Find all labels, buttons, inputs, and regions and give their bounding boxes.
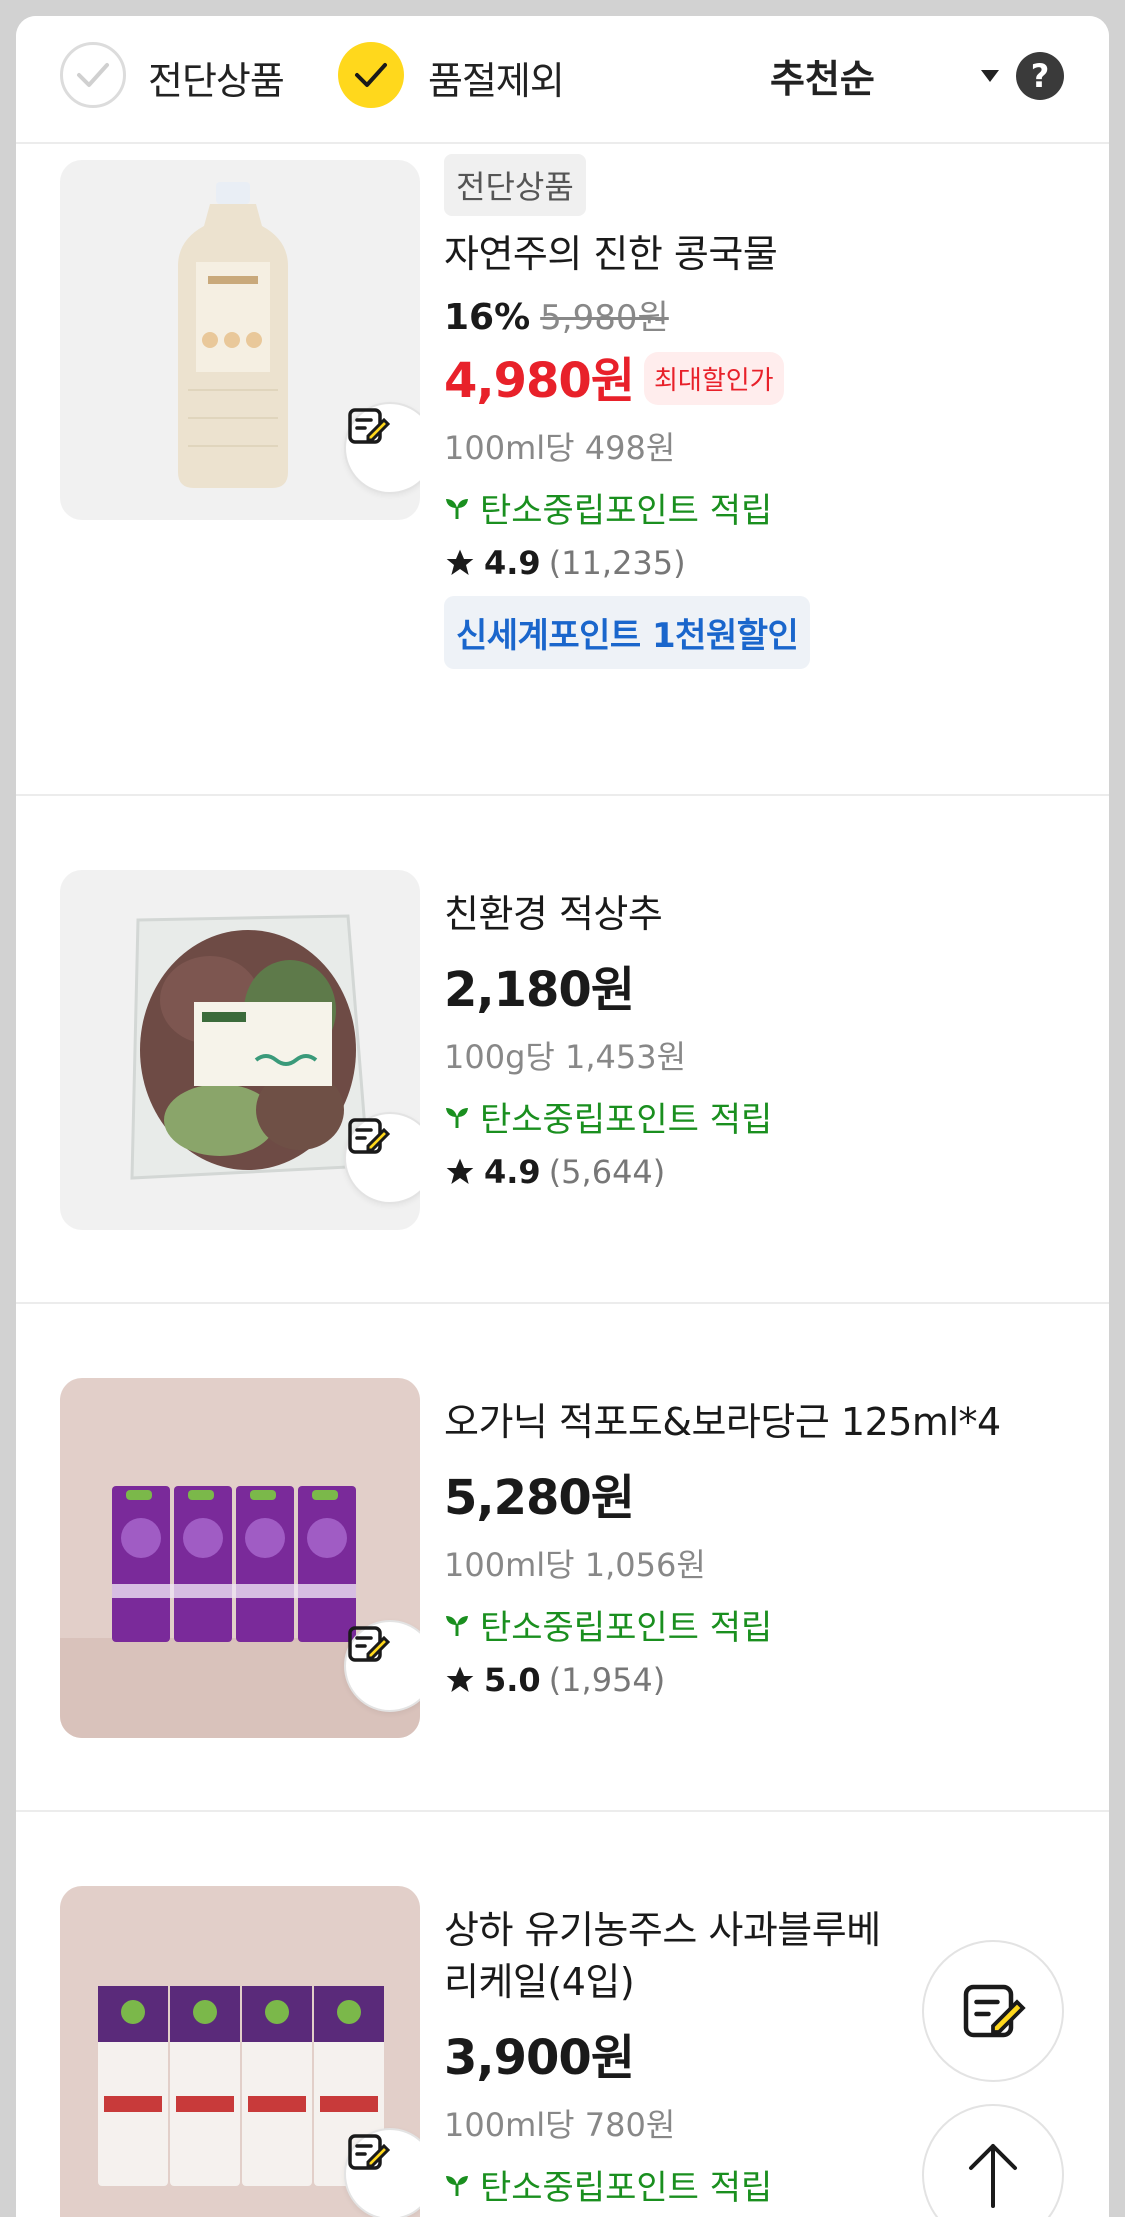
- cart-memo-icon: [963, 1984, 1026, 2038]
- leaf-icon: [446, 2175, 468, 2196]
- original-price: 5,980원: [540, 298, 669, 338]
- add-to-cart-button[interactable]: [344, 2128, 420, 2217]
- sort-dropdown[interactable]: 추천순: [770, 48, 875, 103]
- product-name[interactable]: 오가닉 적포도&보라당근 125ml*4: [444, 1396, 1084, 1448]
- eco-point-label: 탄소중립포인트 적립: [444, 1092, 1084, 1141]
- rating: 4.9 (11,235): [444, 544, 1084, 582]
- unit-price: 100ml당 498원: [444, 429, 676, 467]
- exclude-soldout-checkbox[interactable]: [338, 42, 404, 108]
- rating-score: 4.9: [484, 1153, 541, 1191]
- shopping-memo-button[interactable]: [922, 1940, 1064, 2082]
- eco-point-text: 탄소중립포인트 적립: [480, 1608, 773, 1648]
- product-name[interactable]: 상하 유기농주스 사과블루베리케일(4입): [444, 1904, 914, 2008]
- eco-point-label: 탄소중립포인트 적립: [444, 2160, 914, 2209]
- product-image[interactable]: [60, 160, 420, 520]
- product-info: 친환경 적상추 2,180원 100g당 1,453원 탄소중립포인트 적립 4…: [444, 888, 1084, 1191]
- max-discount-tag: 최대할인가: [644, 352, 784, 405]
- cart-memo-icon: [348, 1118, 390, 1154]
- product-name[interactable]: 자연주의 진한 콩국물: [444, 228, 1084, 280]
- sale-price: 2,180원: [444, 962, 635, 1018]
- rating-score: 4.9: [484, 544, 541, 582]
- product-info: 전단상품 자연주의 진한 콩국물 16% 5,980원 4,980원 최대할인가 …: [444, 154, 1084, 669]
- eco-point-text: 탄소중립포인트 적립: [480, 2168, 773, 2208]
- eco-point-text: 탄소중립포인트 적립: [480, 1100, 773, 1140]
- cart-memo-icon: [348, 1626, 390, 1662]
- product-name[interactable]: 친환경 적상추: [444, 888, 1084, 940]
- product-image[interactable]: [60, 870, 420, 1230]
- star-icon: [446, 1158, 474, 1184]
- sale-price: 4,980원: [444, 353, 635, 409]
- sale-price: 3,900원: [444, 2030, 635, 2086]
- rating-score: 5.0: [484, 1661, 541, 1699]
- leaf-icon: [446, 1107, 468, 1128]
- eco-point-label: 탄소중립포인트 적립: [444, 483, 1084, 532]
- arrow-up-icon: [969, 2144, 1017, 2208]
- product-image[interactable]: [60, 1378, 420, 1738]
- rating: 4.9 (5,644): [444, 1153, 1084, 1191]
- star-icon: [446, 1666, 474, 1692]
- promo-badge: 신세계포인트 1천원할인: [444, 596, 811, 669]
- product-item[interactable]: 전단상품 자연주의 진한 콩국물 16% 5,980원 4,980원 최대할인가 …: [16, 144, 1109, 796]
- unit-price: 100g당 1,453원: [444, 1038, 687, 1076]
- rating: 5.0 (1,954): [444, 1661, 1084, 1699]
- review-count: (11,235): [548, 544, 686, 582]
- discount-rate: 16%: [444, 297, 531, 338]
- cart-memo-icon: [348, 2134, 390, 2170]
- cart-memo-icon: [348, 408, 390, 444]
- check-icon: [77, 63, 109, 87]
- product-image[interactable]: [60, 1886, 420, 2217]
- caret-down-icon[interactable]: [981, 70, 999, 82]
- review-count: (1,954): [548, 1661, 666, 1699]
- unit-price: 100ml당 780원: [444, 2106, 676, 2144]
- product-info: 상하 유기농주스 사과블루베리케일(4입) 3,900원 100ml당 780원…: [444, 1904, 914, 2209]
- leaf-icon: [446, 1615, 468, 1636]
- leaf-icon: [446, 498, 468, 519]
- product-item[interactable]: 친환경 적상추 2,180원 100g당 1,453원 탄소중립포인트 적립 4…: [16, 796, 1109, 1304]
- help-icon[interactable]: ?: [1016, 52, 1064, 100]
- product-list-sheet: 전단상품 품절제외 추천순 ? 전단상품 자연주의 진한 콩국물 16% 5,9…: [16, 16, 1109, 2217]
- eco-point-text: 탄소중립포인트 적립: [480, 491, 773, 531]
- star-icon: [446, 549, 474, 575]
- product-item[interactable]: 오가닉 적포도&보라당근 125ml*4 5,280원 100ml당 1,056…: [16, 1304, 1109, 1812]
- exclude-soldout-label[interactable]: 품절제외: [428, 50, 565, 105]
- check-icon: [355, 63, 387, 87]
- eco-point-label: 탄소중립포인트 적립: [444, 1600, 1084, 1649]
- review-count: (5,644): [548, 1153, 666, 1191]
- flyer-filter-label[interactable]: 전단상품: [148, 50, 285, 105]
- product-info: 오가닉 적포도&보라당근 125ml*4 5,280원 100ml당 1,056…: [444, 1396, 1084, 1699]
- filter-bar: 전단상품 품절제외 추천순 ?: [16, 16, 1109, 144]
- flyer-filter-checkbox[interactable]: [60, 42, 126, 108]
- flyer-badge: 전단상품: [444, 154, 586, 216]
- sale-price: 5,280원: [444, 1470, 635, 1526]
- unit-price: 100ml당 1,056원: [444, 1546, 706, 1584]
